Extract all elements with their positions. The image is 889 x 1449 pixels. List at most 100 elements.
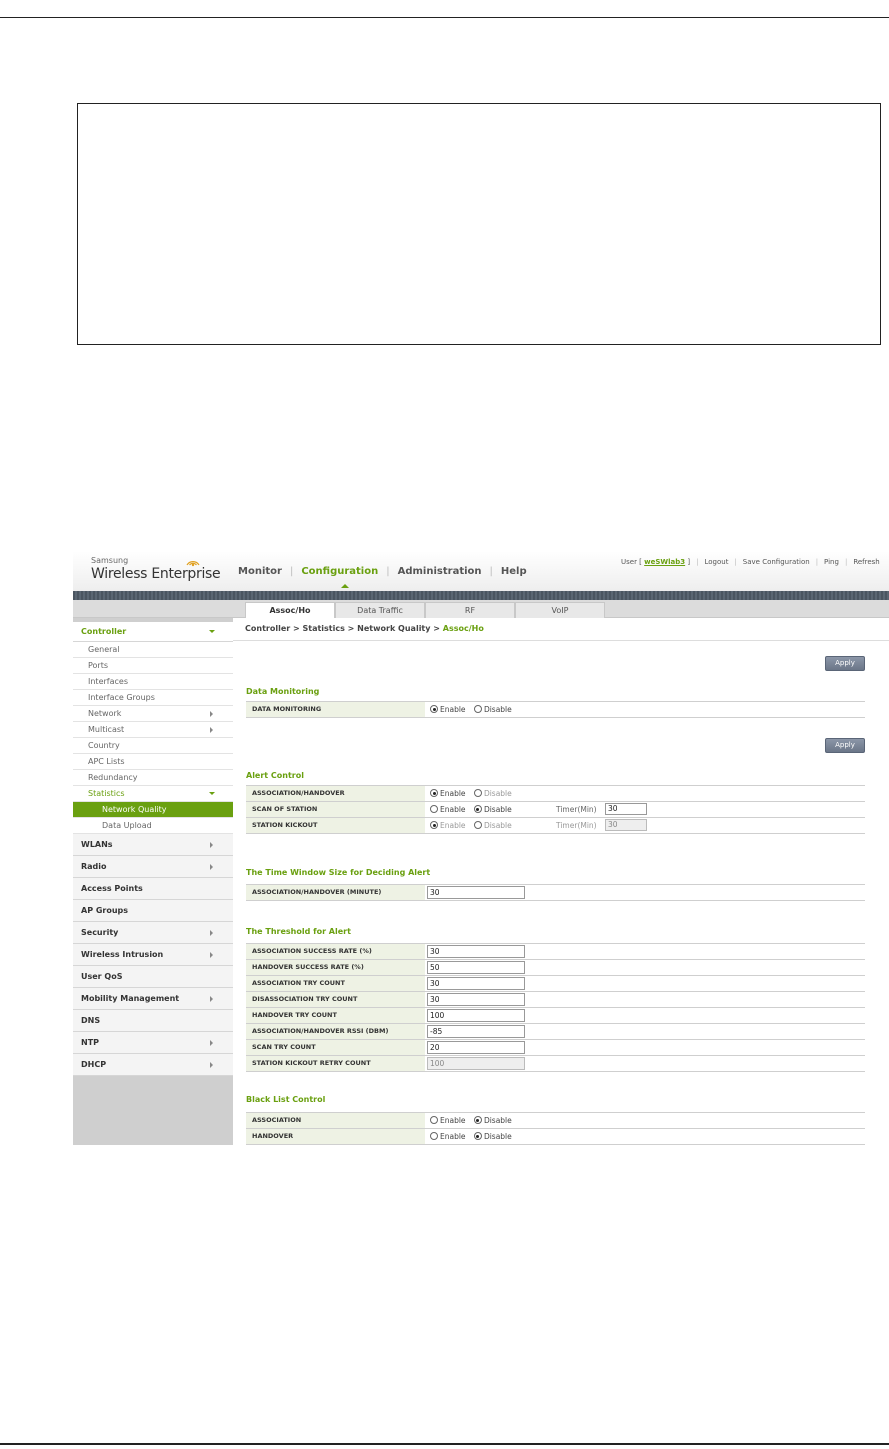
sidebar-item-wireless-intrusion[interactable]: Wireless Intrusion: [73, 944, 233, 966]
disable-radio[interactable]: Disable: [473, 786, 512, 801]
sidebar-item-user-qos[interactable]: User QoS: [73, 966, 233, 988]
sidebar-item-dhcp[interactable]: DHCP: [73, 1054, 233, 1076]
tab-data-traffic[interactable]: Data Traffic: [335, 602, 425, 618]
breadcrumb-current: Assoc/Ho: [442, 624, 484, 633]
document-header-rule: [0, 17, 889, 18]
row-label: ASSOCIATION TRY COUNT: [246, 976, 425, 991]
handover-success-rate-input[interactable]: 50: [427, 961, 525, 974]
sidebar-item-wlans[interactable]: WLANs: [73, 834, 233, 856]
row-value: Enable Disable: [425, 1113, 865, 1128]
nav-administration[interactable]: Administration: [398, 566, 482, 577]
sidebar-item-multicast[interactable]: Multicast: [73, 722, 233, 738]
sidebar-item-interface-groups[interactable]: Interface Groups: [73, 690, 233, 706]
sidebar-item-redundancy[interactable]: Redundancy: [73, 770, 233, 786]
logout-link[interactable]: Logout: [704, 558, 728, 566]
chevron-right-icon: [210, 929, 213, 936]
enable-radio[interactable]: Enable: [430, 818, 466, 833]
radio-selected-icon: [430, 705, 438, 713]
enable-radio[interactable]: Enable: [430, 1129, 466, 1144]
sidebar-item-country[interactable]: Country: [73, 738, 233, 754]
tab-voip[interactable]: VoIP: [515, 602, 605, 618]
disable-radio[interactable]: Disable: [473, 1113, 512, 1128]
sidebar-item-network[interactable]: Network: [73, 706, 233, 722]
enable-radio[interactable]: Enable: [430, 786, 466, 801]
apply-button-data-monitoring[interactable]: Apply: [825, 656, 865, 671]
sidebar-item-statistics[interactable]: Statistics: [73, 786, 233, 802]
row-label: DISASSOCIATION TRY COUNT: [246, 992, 425, 1007]
disable-radio[interactable]: Disable: [473, 702, 512, 717]
disable-radio[interactable]: Disable: [473, 802, 512, 817]
table-row: DISASSOCIATION TRY COUNT 30: [246, 992, 865, 1008]
sidebar-item-interfaces[interactable]: Interfaces: [73, 674, 233, 690]
main-content: Controller > Statistics > Network Qualit…: [233, 618, 889, 1145]
data-monitoring-table: DATA MONITORING Enable Disable: [246, 701, 865, 718]
chevron-down-icon: [209, 791, 215, 795]
ping-link[interactable]: Ping: [824, 558, 839, 566]
association-try-count-input[interactable]: 30: [427, 977, 525, 990]
sidebar-item-ports[interactable]: Ports: [73, 658, 233, 674]
table-row: HANDOVER SUCCESS RATE (%) 50: [246, 960, 865, 976]
breadcrumb-statistics[interactable]: Statistics: [302, 624, 344, 633]
enable-radio[interactable]: Enable: [430, 1113, 466, 1128]
table-row: DATA MONITORING Enable Disable: [246, 702, 865, 718]
enable-radio[interactable]: Enable: [430, 802, 466, 817]
row-label: ASSOCIATION SUCCESS RATE (%): [246, 944, 425, 959]
nav-configuration[interactable]: Configuration: [301, 566, 378, 577]
nav-separator: |: [489, 566, 493, 577]
kickout-timer-input[interactable]: 30: [605, 819, 647, 831]
sidebar-item-mobility-management[interactable]: Mobility Management: [73, 988, 233, 1010]
section-title-alert-control: Alert Control: [246, 771, 304, 780]
table-row: ASSOCIATION TRY COUNT 30: [246, 976, 865, 992]
chevron-right-icon: [210, 995, 213, 1002]
disable-radio[interactable]: Disable: [473, 1129, 512, 1144]
handover-try-count-input[interactable]: 100: [427, 1009, 525, 1022]
scan-try-count-input[interactable]: 20: [427, 1041, 525, 1054]
rssi-input[interactable]: -85: [427, 1025, 525, 1038]
disable-radio[interactable]: Disable: [473, 818, 512, 833]
row-value: Enable Disable Timer(Min) 30: [425, 818, 865, 833]
tab-assoc-ho[interactable]: Assoc/Ho: [245, 602, 335, 619]
apply-button-alert-control[interactable]: Apply: [825, 738, 865, 753]
sidebar: Controller General Ports Interfaces Inte…: [73, 618, 233, 1145]
sidebar-item-ap-groups[interactable]: AP Groups: [73, 900, 233, 922]
user-name-link[interactable]: weSWlab3: [644, 558, 685, 566]
refresh-link[interactable]: Refresh: [853, 558, 879, 566]
sidebar-item-dns[interactable]: DNS: [73, 1010, 233, 1032]
sidebar-item-ntp[interactable]: NTP: [73, 1032, 233, 1054]
sidebar-item-radio[interactable]: Radio: [73, 856, 233, 878]
row-label: STATION KICKOUT: [246, 818, 425, 833]
disassociation-try-count-input[interactable]: 30: [427, 993, 525, 1006]
row-label: STATION KICKOUT RETRY COUNT: [246, 1056, 425, 1071]
section-title-threshold: The Threshold for Alert: [246, 927, 351, 936]
row-label: HANDOVER SUCCESS RATE (%): [246, 960, 425, 975]
sidebar-item-apc-lists[interactable]: APC Lists: [73, 754, 233, 770]
tab-rf[interactable]: RF: [425, 602, 515, 618]
enable-radio[interactable]: Enable: [430, 702, 466, 717]
sidebar-item-general[interactable]: General: [73, 642, 233, 658]
breadcrumb-network-quality[interactable]: Network Quality: [357, 624, 430, 633]
radio-selected-icon: [473, 1132, 482, 1140]
row-label: DATA MONITORING: [246, 702, 425, 717]
sidebar-item-network-quality[interactable]: Network Quality: [73, 802, 233, 818]
save-configuration-link[interactable]: Save Configuration: [743, 558, 810, 566]
row-label: ASSOCIATION/HANDOVER: [246, 786, 425, 801]
kickout-retry-count-input[interactable]: 100: [427, 1057, 525, 1070]
chevron-right-icon: [210, 1061, 213, 1068]
nav-help[interactable]: Help: [501, 566, 527, 577]
nav-monitor[interactable]: Monitor: [238, 566, 282, 577]
table-row: ASSOCIATION SUCCESS RATE (%) 30: [246, 944, 865, 960]
sidebar-item-access-points[interactable]: Access Points: [73, 878, 233, 900]
sidebar-item-security[interactable]: Security: [73, 922, 233, 944]
sidebar-item-data-upload[interactable]: Data Upload: [73, 818, 233, 834]
sidebar-item-controller[interactable]: Controller: [73, 622, 233, 642]
nav-active-pointer-icon: [341, 584, 349, 588]
time-window-input[interactable]: 30: [427, 886, 525, 899]
time-window-table: ASSOCIATION/HANDOVER (MINUTE) 30: [246, 884, 865, 901]
top-header: Samsung Wireless Enterprise Monitor | Co…: [73, 551, 889, 591]
scan-timer-input[interactable]: 30: [605, 803, 647, 815]
radio-empty-icon: [430, 1132, 438, 1140]
table-row: ASSOCIATION Enable Disable: [246, 1113, 865, 1129]
breadcrumb-controller[interactable]: Controller: [245, 624, 290, 633]
table-row: HANDOVER Enable Disable: [246, 1129, 865, 1145]
association-success-rate-input[interactable]: 30: [427, 945, 525, 958]
